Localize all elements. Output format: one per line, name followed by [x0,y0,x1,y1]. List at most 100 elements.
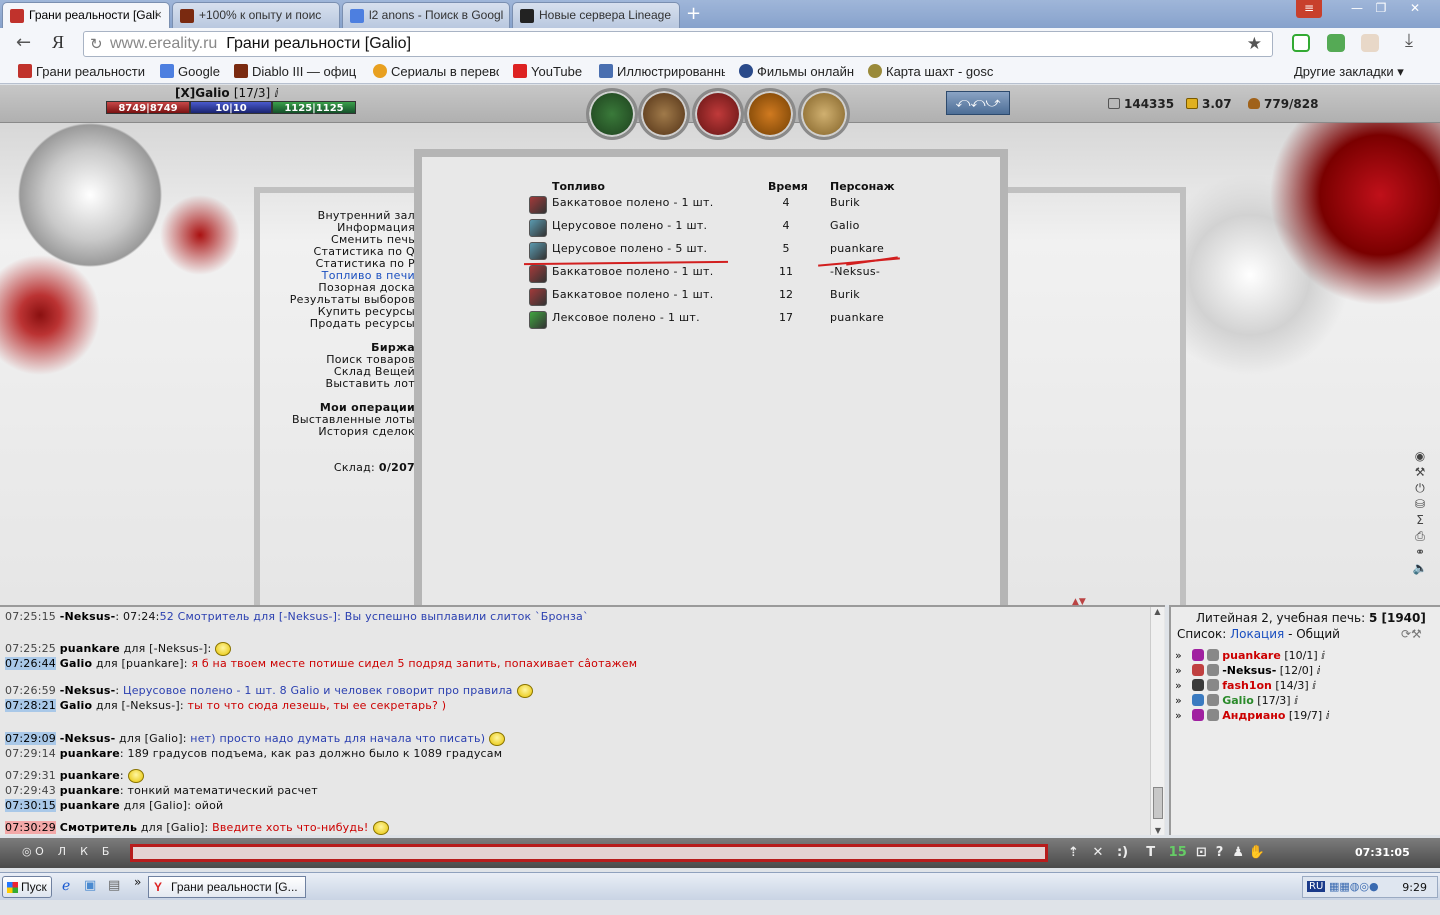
bookmark-diablo[interactable]: Diablo III — офиц [234,64,358,79]
player-row[interactable]: » puankare [10/1] ⅈ [1175,649,1325,662]
chat-nick[interactable]: puankare [60,769,120,782]
channel-o[interactable]: О [35,845,44,858]
smile-icon[interactable]: :) [1117,845,1128,860]
player-name[interactable]: Galio [1222,694,1254,707]
chat-message[interactable]: 07:26:59 -Neksus-: Церусовое полено - 1 … [5,684,533,698]
info-icon[interactable]: ⅈ [1326,709,1330,722]
list-location-link[interactable]: Локация [1230,627,1284,641]
minimize-icon[interactable]: — [1346,0,1368,18]
character-medal-icon[interactable] [586,88,638,140]
book-medal-icon[interactable] [798,88,850,140]
hand-icon[interactable]: ✋ [1249,845,1265,860]
chat-timestamp[interactable]: 07:25:25 [5,642,56,655]
coins-icon[interactable]: ⛁ [1408,497,1432,513]
info-icon[interactable]: ⅈ [1294,694,1298,707]
tab-ereality[interactable]: Грани реальности [Gali × [2,2,170,28]
back-icon[interactable]: ← [16,32,31,53]
chat-nick[interactable]: Galio [60,699,93,712]
refresh-tools-icon[interactable]: ⟳⚒ [1401,627,1422,641]
star-medal-icon[interactable] [744,88,796,140]
player-name[interactable]: Андриано [1222,709,1285,722]
expand-icon[interactable]: » [1175,664,1182,677]
scroll-up-icon[interactable]: ▲ [1151,607,1164,616]
reload-icon[interactable]: ↻ [90,35,103,53]
chat-message[interactable]: 07:30:15 puankare для [Galio]: ойой [5,799,223,812]
info-icon[interactable]: ⅈ [1312,679,1316,692]
sync-extension-icon[interactable] [1327,34,1345,52]
chat-timestamp[interactable]: 07:26:59 [5,684,56,697]
chat-nick[interactable]: Galio [60,657,93,670]
expand-icon[interactable]: » [1175,709,1182,722]
chat-message[interactable]: 07:29:31 puankare: [5,769,144,783]
channel-k[interactable]: К [80,845,88,858]
panda-icon[interactable]: ◉ [1408,449,1432,465]
translit-icon[interactable]: T [1146,845,1155,860]
fuel-owner[interactable]: -Neksus- [830,265,880,278]
channel-b[interactable]: Б [102,845,110,858]
chat-message[interactable]: 07:29:14 puankare: 189 градусов подъема,… [5,747,502,760]
chat-nick[interactable]: -Neksus- [60,684,116,697]
expand-icon[interactable]: » [1175,694,1182,707]
chat-message-input[interactable] [130,844,1048,862]
bookmark-films[interactable]: Фильмы онлайн [739,64,855,79]
chat-message[interactable]: 07:25:15 -Neksus-: 07:24:52 Смотритель д… [5,610,589,623]
chat-timestamp[interactable]: 07:29:14 [5,747,56,760]
chat-message[interactable]: 07:25:25 puankare для [-Neksus-]: [5,642,232,656]
chat-nick[interactable]: puankare [60,784,120,797]
menu-item[interactable]: Продать ресурсы [310,317,415,330]
clear-icon[interactable]: ✕ [1092,845,1103,860]
chat-nick[interactable]: puankare [60,799,120,812]
chat-message[interactable]: 07:30:29 Смотритель для [Galio]: Введите… [5,821,389,835]
chat-timestamp[interactable]: 07:29:31 [5,769,56,782]
chat-timestamp[interactable]: 07:30:29 [5,821,57,834]
start-button[interactable]: Пуск [2,876,52,898]
player-row[interactable]: » fash1on [14/3] ⅈ [1175,679,1316,692]
yandex-icon[interactable]: Я [52,32,64,53]
chat-message[interactable]: 07:29:43 puankare: тонкий математический… [5,784,318,797]
chat-timestamp[interactable]: 07:29:43 [5,784,56,797]
fuel-owner[interactable]: Burik [830,288,860,301]
link-icon[interactable]: ⚭ [1408,545,1432,561]
player-name[interactable]: -Neksus- [1222,664,1276,677]
scroll-thumb[interactable] [1153,787,1163,819]
player-name[interactable]: puankare [1222,649,1281,662]
chat-channel-buttons[interactable]: ◎ О Л К Б [22,845,109,858]
player-row[interactable]: » Андриано [19/7] ⅈ [1175,709,1330,722]
bookmark-mines-map[interactable]: Карта шахт - gosc [868,64,994,79]
bookmark-ereality[interactable]: Грани реальности [18,64,146,79]
bookmark-illustrated[interactable]: Иллюстрированнь [599,64,725,79]
other-bookmarks[interactable]: Другие закладки ▾ [1294,64,1404,80]
chat-message[interactable]: 07:26:44 Galio для [puankare]: я б на тв… [5,657,637,670]
chat-nick[interactable]: -Neksus- [60,610,116,623]
close-window-icon[interactable]: ✕ [1400,0,1430,18]
fuel-owner[interactable]: Galio [830,219,860,232]
tools-medal-icon[interactable] [692,88,744,140]
bookmark-serials[interactable]: Сериалы в перево [373,64,499,79]
chest-medal-icon[interactable] [638,88,690,140]
power-icon[interactable]: ⏻ [1408,481,1432,497]
bookmark-youtube[interactable]: YouTube [513,64,587,79]
quicklaunch-more-icon[interactable]: » [134,875,141,889]
back-arrows-button[interactable]: ⤺⤺⤻ [946,91,1010,115]
resize-arrows-icon[interactable]: ▲▼ [1072,597,1086,607]
chat-nick[interactable]: Смотритель [60,821,137,834]
scroll-down-icon[interactable]: ▼ [1151,826,1165,835]
address-input[interactable]: ↻ www.ereality.ru Грани реальности [Gali… [83,31,1273,57]
tab-google-search[interactable]: l2 anons - Поиск в Googl [342,2,510,28]
channel-l[interactable]: Л [58,845,66,858]
taskbar-browser-button[interactable]: Y Грани реальности [G... [148,876,306,898]
fuel-owner[interactable]: puankare [830,242,884,255]
chat-message[interactable]: 07:28:21 Galio для [-Neksus-]: ты то что… [5,699,446,712]
tab-diablo[interactable]: +100% к опыту и поис [172,2,340,28]
menu-item[interactable]: История сделок [318,425,415,438]
tools-icon[interactable]: ⚒ [1408,465,1432,481]
chat-nick[interactable]: -Neksus- [60,732,116,745]
language-indicator[interactable]: RU [1307,881,1326,892]
tray-icons[interactable]: ▦▦◍◎● [1329,880,1379,893]
fuel-owner[interactable]: puankare [830,311,884,324]
chat-nick[interactable]: puankare [60,747,120,760]
chat-timestamp[interactable]: 07:28:21 [5,699,57,712]
chat-message[interactable]: 07:29:09 -Neksus- для [Galio]: нет) прос… [5,732,506,746]
menu-icon[interactable]: ≡ [1296,0,1322,18]
fuel-owner[interactable]: Burik [830,196,860,209]
